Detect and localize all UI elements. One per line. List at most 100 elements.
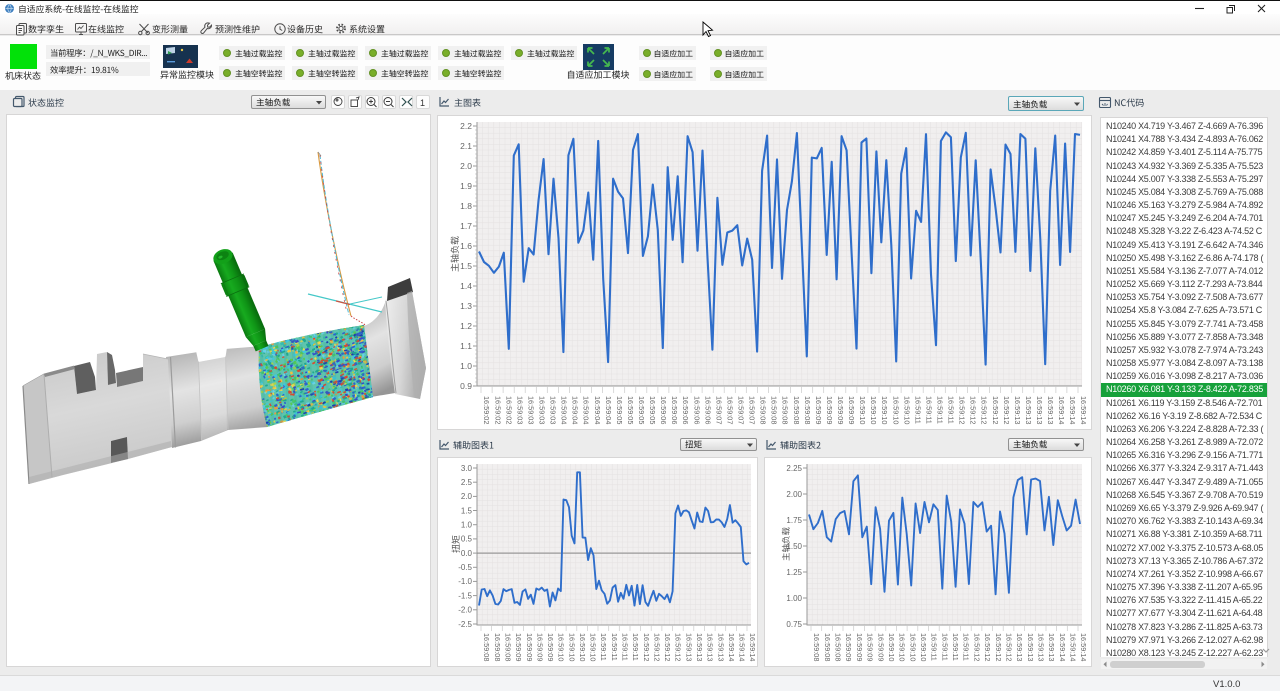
svg-text:16:59:07: 16:59:07 [725, 396, 734, 424]
svg-text:16:59:08: 16:59:08 [770, 396, 779, 424]
svg-text:2.2: 2.2 [460, 121, 472, 131]
svg-text:1.0: 1.0 [460, 361, 472, 371]
svg-text:16:59:10: 16:59:10 [887, 633, 896, 661]
svg-text:16:59:09: 16:59:09 [825, 396, 834, 424]
svg-text:16:59:12: 16:59:12 [663, 633, 672, 661]
svg-text:16:59:11: 16:59:11 [610, 633, 619, 661]
svg-text:1.5: 1.5 [461, 506, 473, 515]
svg-text:0.0: 0.0 [461, 549, 473, 558]
svg-text:16:59:05: 16:59:05 [615, 396, 624, 424]
svg-text:16:59:04: 16:59:04 [560, 396, 569, 424]
svg-text:16:59:13: 16:59:13 [1015, 633, 1024, 661]
svg-text:1.3: 1.3 [460, 301, 472, 311]
svg-text:16:59:14: 16:59:14 [1079, 396, 1088, 424]
svg-text:1.25: 1.25 [786, 568, 802, 577]
svg-text:16:59:08: 16:59:08 [834, 633, 843, 661]
svg-text:16:59:10: 16:59:10 [898, 633, 907, 661]
svg-text:16:59:11: 16:59:11 [947, 396, 956, 424]
svg-text:2.00: 2.00 [786, 490, 802, 499]
svg-text:16:59:09: 16:59:09 [847, 396, 856, 424]
svg-text:16:59:08: 16:59:08 [781, 396, 790, 424]
svg-text:16:59:03: 16:59:03 [538, 396, 547, 424]
svg-text:16:59:14: 16:59:14 [1079, 633, 1088, 661]
svg-text:16:59:12: 16:59:12 [972, 633, 981, 661]
svg-text:16:59:11: 16:59:11 [962, 633, 971, 661]
svg-text:16:59:10: 16:59:10 [858, 396, 867, 424]
svg-text:2.0: 2.0 [461, 492, 473, 501]
svg-text:16:59:14: 16:59:14 [1069, 633, 1078, 661]
svg-text:16:59:03: 16:59:03 [515, 396, 524, 424]
svg-text:16:59:13: 16:59:13 [1013, 396, 1022, 424]
svg-text:2.25: 2.25 [786, 464, 802, 473]
svg-text:16:59:13: 16:59:13 [706, 633, 715, 661]
svg-text:16:59:11: 16:59:11 [599, 633, 608, 661]
svg-text:16:59:08: 16:59:08 [493, 633, 502, 661]
svg-text:16:59:12: 16:59:12 [969, 396, 978, 424]
svg-text:0.9: 0.9 [460, 381, 472, 391]
svg-text:16:59:08: 16:59:08 [823, 633, 832, 661]
svg-text:16:59:09: 16:59:09 [525, 633, 534, 661]
svg-text:3.0: 3.0 [461, 464, 473, 473]
svg-text:16:59:11: 16:59:11 [936, 396, 945, 424]
svg-text:-1.5: -1.5 [458, 591, 472, 600]
svg-text:16:59:13: 16:59:13 [1024, 396, 1033, 424]
svg-text:16:59:12: 16:59:12 [642, 633, 651, 661]
svg-text:16:59:13: 16:59:13 [716, 633, 725, 661]
svg-text:16:59:13: 16:59:13 [1026, 633, 1035, 661]
svg-text:16:59:03: 16:59:03 [549, 396, 558, 424]
svg-text:16:59:05: 16:59:05 [626, 396, 635, 424]
svg-text:16:59:04: 16:59:04 [571, 396, 580, 424]
svg-text:1.0: 1.0 [461, 521, 473, 530]
svg-text:16:59:09: 16:59:09 [836, 396, 845, 424]
svg-text:16:59:13: 16:59:13 [695, 633, 704, 661]
svg-text:16:59:12: 16:59:12 [983, 633, 992, 661]
svg-text:16:59:12: 16:59:12 [1002, 396, 1011, 424]
svg-text:16:59:08: 16:59:08 [812, 633, 821, 661]
svg-text:16:59:02: 16:59:02 [482, 396, 491, 424]
svg-text:16:59:04: 16:59:04 [582, 396, 591, 424]
svg-text:16:59:11: 16:59:11 [631, 633, 640, 661]
svg-text:16:59:05: 16:59:05 [637, 396, 646, 424]
svg-text:1.6: 1.6 [460, 241, 472, 251]
svg-text:16:59:08: 16:59:08 [792, 396, 801, 424]
svg-text:16:59:07: 16:59:07 [737, 396, 746, 424]
svg-text:16:59:08: 16:59:08 [504, 633, 513, 661]
svg-text:1.9: 1.9 [460, 181, 472, 191]
svg-text:16:59:14: 16:59:14 [1058, 633, 1067, 661]
svg-text:2.0: 2.0 [460, 161, 472, 171]
svg-text:16:59:10: 16:59:10 [589, 633, 598, 661]
svg-text:16:59:05: 16:59:05 [648, 396, 657, 424]
svg-text:16:59:10: 16:59:10 [557, 633, 566, 661]
svg-text:1: 1 [420, 98, 425, 108]
svg-text:16:59:10: 16:59:10 [919, 633, 928, 661]
svg-text:16:59:02: 16:59:02 [504, 396, 513, 424]
svg-text:16:59:14: 16:59:14 [748, 633, 757, 661]
svg-text:16:59:02: 16:59:02 [493, 396, 502, 424]
svg-text:16:59:10: 16:59:10 [902, 396, 911, 424]
svg-text:16:59:06: 16:59:06 [681, 396, 690, 424]
svg-text:16:59:03: 16:59:03 [526, 396, 535, 424]
svg-text:16:59:10: 16:59:10 [880, 396, 889, 424]
svg-text:16:59:12: 16:59:12 [652, 633, 661, 661]
svg-text:16:59:12: 16:59:12 [994, 633, 1003, 661]
svg-text:-2.0: -2.0 [458, 606, 472, 615]
svg-text:2.1: 2.1 [460, 141, 472, 151]
svg-text:16:59:06: 16:59:06 [703, 396, 712, 424]
svg-text:16:59:11: 16:59:11 [930, 633, 939, 661]
svg-text:V1.0.0: V1.0.0 [1213, 679, 1240, 690]
svg-text:16:59:11: 16:59:11 [940, 633, 949, 661]
svg-text:16:59:10: 16:59:10 [908, 633, 917, 661]
svg-text:1.5: 1.5 [460, 261, 472, 271]
svg-text:16:59:07: 16:59:07 [748, 396, 757, 424]
svg-text:16:59:06: 16:59:06 [659, 396, 668, 424]
svg-text:16:59:12: 16:59:12 [674, 633, 683, 661]
svg-text:16:59:14: 16:59:14 [727, 633, 736, 661]
svg-text:-0.5: -0.5 [458, 563, 472, 572]
svg-text:-2.5: -2.5 [458, 620, 472, 629]
svg-text:16:59:08: 16:59:08 [482, 633, 491, 661]
svg-text:16:59:09: 16:59:09 [876, 633, 885, 661]
svg-text:16:59:12: 16:59:12 [958, 396, 967, 424]
svg-text:16:59:09: 16:59:09 [514, 633, 523, 661]
svg-text:1.00: 1.00 [786, 594, 802, 603]
svg-text:1.4: 1.4 [460, 281, 472, 291]
